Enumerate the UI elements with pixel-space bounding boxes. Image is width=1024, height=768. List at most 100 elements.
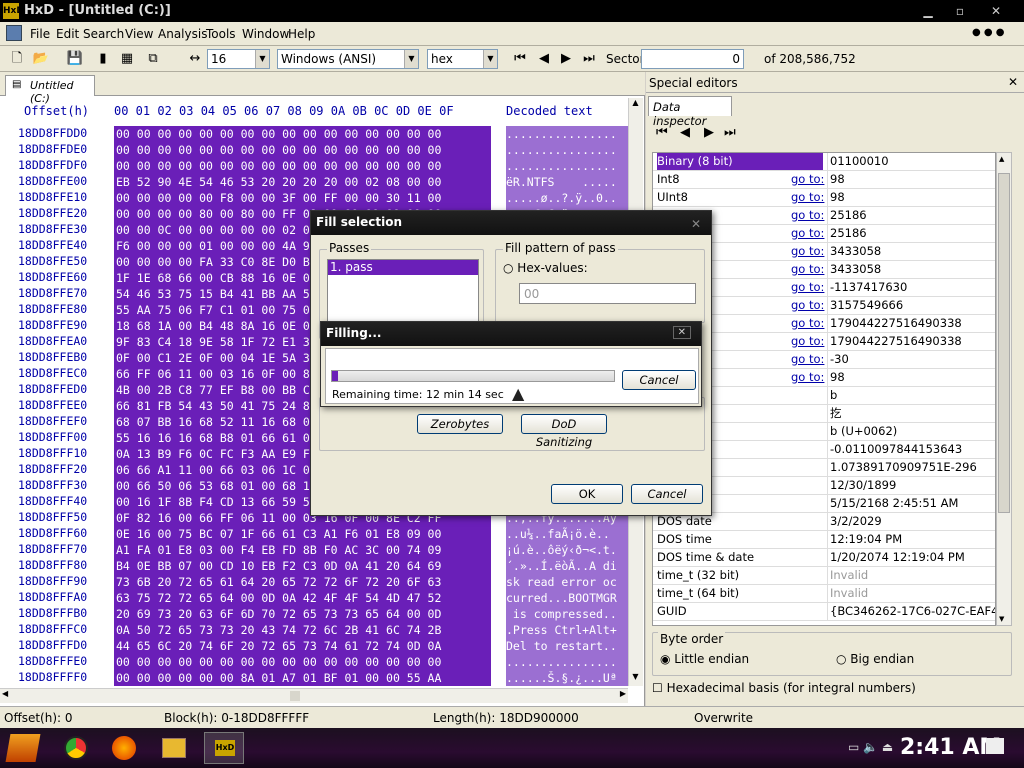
row-hex-bytes[interactable]: EB 52 90 4E 54 46 53 20 20 20 20 00 02 0… [114, 174, 491, 190]
inspector-value[interactable]: b (U+0062) [827, 423, 995, 440]
hex-values-input[interactable]: 00 [519, 283, 696, 304]
goto-link[interactable]: go to: [791, 351, 824, 368]
hex-row[interactable]: 18DD8FFF60 0E 16 00 75 BC 07 1F 66 61 C3 … [0, 526, 640, 542]
goto-link[interactable]: go to: [791, 243, 824, 260]
save-icon[interactable]: 💾 [66, 50, 84, 68]
row-hex-bytes[interactable]: A1 FA 01 E8 03 00 F4 EB FD 8B F0 AC 3C 0… [114, 542, 491, 558]
inspector-value[interactable]: 98 [827, 369, 995, 386]
inspector-value[interactable]: -1137417630 [827, 279, 995, 296]
close-button[interactable]: ✕ [988, 3, 1004, 19]
inspector-value[interactable]: 12/30/1899 [827, 477, 995, 494]
row-decoded-text[interactable]: ................ [506, 142, 628, 158]
row-decoded-text[interactable]: .....ø..?.ÿ..0.. [506, 190, 628, 206]
menu-view[interactable]: View [125, 27, 153, 41]
bytes-per-row-select[interactable]: 16 ▼ [207, 49, 270, 69]
hxd-taskbar-button[interactable]: HxD [204, 732, 244, 764]
inspector-value[interactable]: -0.0110097844153643 [827, 441, 995, 458]
new-file-icon[interactable]: 🗋 [8, 50, 26, 68]
inspector-value[interactable]: 98 [827, 189, 995, 206]
filling-cancel-button[interactable]: Cancel [622, 370, 696, 390]
row-hex-bytes[interactable]: 00 00 00 00 00 00 8A 01 A7 01 BF 01 00 0… [114, 670, 491, 686]
ok-button[interactable]: OK [551, 484, 623, 504]
menu-edit[interactable]: Edit [56, 27, 79, 41]
menu-analysis[interactable]: Analysis [158, 27, 207, 41]
notification-icon[interactable] [986, 738, 1004, 754]
inspector-value[interactable]: 12:19:04 PM [827, 531, 995, 548]
goto-link[interactable]: go to: [791, 333, 824, 350]
mdi-controls[interactable]: ● ● ● [972, 27, 1005, 38]
passes-list[interactable]: 1. pass [327, 259, 479, 329]
hex-row[interactable]: 18DD8FFF70 A1 FA 01 E8 03 00 F4 EB FD 8B … [0, 542, 640, 558]
inspector-scroll-up-icon[interactable]: ▲ [999, 155, 1004, 163]
row-decoded-text[interactable]: curred...BOOTMGR [506, 590, 628, 606]
row-decoded-text[interactable]: ..u¼..faÃ¡ö.è.. [506, 526, 628, 542]
inspector-value[interactable]: 01100010 [827, 153, 995, 170]
row-decoded-text[interactable]: ................ [506, 126, 628, 142]
menu-help[interactable]: Help [288, 27, 315, 41]
inspector-prev-icon[interactable]: ◀ [680, 125, 690, 140]
goto-link[interactable]: go to: [791, 261, 824, 278]
last-sector-icon[interactable]: ⏭ [580, 50, 598, 68]
scroll-up-icon[interactable]: ▲ [629, 98, 642, 112]
hex-row[interactable]: 18DD8FFDD0 00 00 00 00 00 00 00 00 00 00 … [0, 126, 640, 142]
inspector-row[interactable]: Binary (8 bit) 01100010 [653, 153, 995, 171]
row-decoded-text[interactable]: ´.»..Í.ëòÃ..A di [506, 558, 628, 574]
row-hex-bytes[interactable]: 0E 16 00 75 BC 07 1F 66 61 C3 A1 F6 01 E… [114, 526, 491, 542]
goto-link[interactable]: go to: [791, 171, 824, 188]
inspector-value[interactable]: 5/15/2168 2:45:51 AM [827, 495, 995, 512]
pass-item[interactable]: 1. pass [328, 260, 478, 275]
row-hex-bytes[interactable]: 20 69 73 20 63 6F 6D 70 72 65 73 73 65 6… [114, 606, 491, 622]
compare-icon[interactable]: ⧉ [144, 50, 162, 68]
inspector-value[interactable]: 1.07389170909751E-296 [827, 459, 995, 476]
inspector-scrollbar[interactable]: ▲ ▼ [996, 152, 1012, 626]
hex-row[interactable]: 18DD8FFFA0 63 75 72 72 65 64 00 0D 0A 42 … [0, 590, 640, 606]
scroll-left-icon[interactable]: ◀ [2, 689, 8, 698]
maximize-button[interactable]: ▫ [952, 3, 968, 19]
inspector-row[interactable]: time_t (32 bit) Invalid [653, 567, 995, 585]
inspector-scroll-thumb[interactable] [998, 173, 1010, 513]
little-endian-radio[interactable]: ◉ Little endian [660, 652, 749, 666]
hex-row[interactable]: 18DD8FFFD0 44 65 6C 20 74 6F 20 72 65 73 … [0, 638, 640, 654]
scroll-down-icon[interactable]: ▼ [629, 672, 642, 686]
first-sector-icon[interactable]: ⏮ [511, 50, 529, 68]
goto-link[interactable]: go to: [791, 315, 824, 332]
tab-untitled[interactable]: ▤ Untitled (C:) [5, 75, 95, 105]
hex-row[interactable]: 18DD8FFFC0 0A 50 72 65 73 73 20 43 74 72 … [0, 622, 640, 638]
goto-link[interactable]: go to: [791, 225, 824, 242]
inspector-row[interactable]: GUID {BC346262-17C6-027C-EAF4-2816 [653, 603, 995, 621]
h-scroll-thumb[interactable] [290, 691, 300, 701]
row-hex-bytes[interactable]: 44 65 6C 20 74 6F 20 72 65 73 74 61 72 7… [114, 638, 491, 654]
hex-row[interactable]: 18DD8FFF80 B4 0E BB 07 00 CD 10 EB F2 C3 … [0, 558, 640, 574]
inspector-last-icon[interactable]: ⏭ [724, 125, 736, 140]
hex-row[interactable]: 18DD8FFDF0 00 00 00 00 00 00 00 00 00 00 … [0, 158, 640, 174]
explorer-icon[interactable] [162, 738, 186, 758]
menu-window[interactable]: Window [242, 27, 289, 41]
inspector-value[interactable]: {BC346262-17C6-027C-EAF4-2816 [827, 603, 995, 620]
row-hex-bytes[interactable]: 73 6B 20 72 65 61 64 20 65 72 72 6F 72 2… [114, 574, 491, 590]
row-hex-bytes[interactable]: B4 0E BB 07 00 CD 10 EB F2 C3 0D 0A 41 2… [114, 558, 491, 574]
display-mode-select[interactable]: hex ▼ [427, 49, 498, 69]
panel-close-icon[interactable]: ✕ [1008, 75, 1018, 89]
goto-link[interactable]: go to: [791, 297, 824, 314]
inspector-value[interactable]: b [827, 387, 995, 404]
chrome-icon[interactable] [64, 736, 88, 760]
inspector-value[interactable]: 179044227516490338 [827, 315, 995, 332]
next-sector-icon[interactable]: ▶ [557, 50, 575, 68]
goto-link[interactable]: go to: [791, 207, 824, 224]
inspector-value[interactable]: 1/20/2074 12:19:04 PM [827, 549, 995, 566]
hex-basis-checkbox[interactable]: ☐ Hexadecimal basis (for integral number… [652, 681, 916, 695]
menu-tools[interactable]: Tools [206, 27, 236, 41]
row-decoded-text[interactable]: .Press Ctrl+Alt+ [506, 622, 628, 638]
inspector-value[interactable]: 3157549666 [827, 297, 995, 314]
start-button[interactable] [5, 734, 41, 762]
inspector-scroll-down-icon[interactable]: ▼ [999, 615, 1004, 623]
big-endian-radio[interactable]: ○ Big endian [836, 652, 914, 666]
inspector-value[interactable]: 3433058 [827, 243, 995, 260]
inspector-row[interactable]: DOS time & date 1/20/2074 12:19:04 PM [653, 549, 995, 567]
row-decoded-text[interactable]: Del to restart.. [506, 638, 628, 654]
row-hex-bytes[interactable]: 63 75 72 72 65 64 00 0D 0A 42 4F 4F 54 4… [114, 590, 491, 606]
filling-close-icon[interactable]: ✕ [672, 326, 691, 339]
sector-input[interactable]: 0 [641, 49, 744, 69]
row-hex-bytes[interactable]: 00 00 00 00 00 F8 00 00 3F 00 FF 00 00 3… [114, 190, 491, 206]
row-decoded-text[interactable]: ................ [506, 654, 628, 670]
